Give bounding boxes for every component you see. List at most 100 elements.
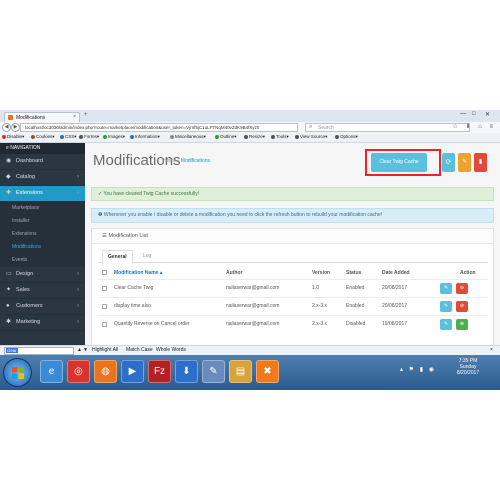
start-button[interactable] xyxy=(3,358,32,387)
download-icon[interactable]: ⬇ xyxy=(175,360,198,383)
filezilla-icon[interactable]: Fz xyxy=(148,360,171,383)
clock[interactable]: 7:35 PM Sunday 8/20/2017 xyxy=(442,358,494,376)
dev-toolbar-menu[interactable]: Cookies▾ xyxy=(31,134,55,140)
panel-title: ☰ Modification List xyxy=(92,229,493,244)
tag-icon: ◆ xyxy=(6,174,11,180)
match-case-checkbox[interactable]: Match Case xyxy=(126,347,153,353)
dev-toolbar-menu[interactable]: Information▾ xyxy=(130,134,160,140)
back-button[interactable]: ◀ xyxy=(2,123,11,132)
sidebar-item-label: Marketing xyxy=(16,319,41,325)
dev-toolbar-menu[interactable]: Tools▾ xyxy=(271,134,289,140)
dev-toolbar-menu-label: CSS▾ xyxy=(65,134,77,139)
main-content: Modifications Home › Modifications Clear… xyxy=(85,143,500,358)
sidebar-item-dashboard[interactable]: ◉ Dashboard xyxy=(0,154,85,170)
sidebar-subitem-installer[interactable]: Installer xyxy=(0,215,85,228)
chevron-right-icon: › xyxy=(77,271,79,277)
col-author[interactable]: Author xyxy=(226,269,242,277)
dev-toolbar-menu[interactable]: Miscellaneous▾ xyxy=(170,134,206,140)
address-url: localhost/oc3030/admin/index.php?route=m… xyxy=(25,125,260,130)
col-name[interactable]: Modification Name ▴ xyxy=(114,269,162,277)
sidebar-item-label: Extensions xyxy=(16,190,43,196)
system-tray-icons[interactable]: ▴ ⚑ ▮ ◉ xyxy=(400,366,436,373)
select-all-checkbox[interactable] xyxy=(102,270,107,275)
sidebar-item-sales[interactable]: ✦ Sales › xyxy=(0,283,85,299)
sidebar-item-catalog[interactable]: ◆ Catalog › xyxy=(0,170,85,186)
dev-toolbar-menu[interactable]: Forms▾ xyxy=(79,134,99,140)
dev-toolbar-menu[interactable]: Resize▾ xyxy=(244,134,265,140)
windows-taskbar: ▴ ⚑ ▮ ◉ 7:35 PM Sunday 8/20/2017 e ◎ ◍ ▶ Fz ⬇… xyxy=(0,355,500,390)
row-checkbox[interactable] xyxy=(102,286,107,291)
sidebar-item-marketing[interactable]: ✱ Marketing › xyxy=(0,315,85,331)
find-next-button[interactable]: ▼ xyxy=(83,347,88,353)
maximize-button[interactable]: □ xyxy=(472,111,476,117)
xampp-icon[interactable]: ✖ xyxy=(256,360,279,383)
tab-title: Modifications xyxy=(16,115,46,121)
row-name: Quantity Reverse on Cancel order xyxy=(114,321,190,327)
edit-button[interactable]: ✎ xyxy=(440,319,452,330)
enable-button[interactable]: ⊕ xyxy=(456,319,468,330)
row-status: Enabled xyxy=(346,303,365,309)
sidebar-subitem-events[interactable]: Events xyxy=(0,254,85,267)
search-icon: ⌕ xyxy=(309,124,313,130)
row-checkbox[interactable] xyxy=(102,304,107,309)
sidebar-subitem-marketplace[interactable]: Marketplace xyxy=(0,202,85,215)
opencart-favicon-icon xyxy=(8,115,13,120)
minimize-button[interactable]: — xyxy=(460,111,466,117)
sidebar-subitem-modifications[interactable]: Modifications xyxy=(0,241,85,254)
breadcrumb-home[interactable]: Home xyxy=(163,158,176,164)
refresh-button[interactable]: ⟳ xyxy=(442,153,455,172)
editor-icon[interactable]: ✎ xyxy=(202,360,225,383)
row-name: Clear Cache Twig xyxy=(114,285,154,291)
browser-search-box[interactable]: ⌕ Search xyxy=(305,123,470,132)
col-status[interactable]: Status xyxy=(346,269,361,277)
find-prev-button[interactable]: ▲ xyxy=(77,347,82,353)
dev-toolbar-menu-label: Resize▾ xyxy=(249,134,266,139)
row-checkbox[interactable] xyxy=(102,322,107,327)
dev-toolbar-menu-icon xyxy=(60,134,64,139)
find-input[interactable]: clear xyxy=(4,347,74,355)
delete-button[interactable]: ▮ xyxy=(474,153,487,172)
dev-toolbar-menu[interactable]: View Source▾ xyxy=(295,134,327,140)
browser-tab[interactable]: Modifications × xyxy=(4,112,80,122)
media-player-icon[interactable]: ▶ xyxy=(121,360,144,383)
close-find-bar-icon[interactable]: × xyxy=(490,347,493,353)
toolbar-icons[interactable]: ☆ ⬇ ⌂ ≡ xyxy=(452,123,496,130)
tab-log[interactable]: Log xyxy=(138,250,156,262)
highlight-all-checkbox[interactable]: Highlight All xyxy=(92,347,118,353)
dev-toolbar-menu[interactable]: Options▾ xyxy=(335,134,358,140)
tab-close-icon[interactable]: × xyxy=(73,114,76,120)
folder-icon[interactable]: ▤ xyxy=(229,360,252,383)
dev-toolbar-menu[interactable]: Outline▾ xyxy=(215,134,237,140)
internet-explorer-icon[interactable]: e xyxy=(40,360,63,383)
forward-button[interactable]: ▶ xyxy=(11,123,20,132)
breadcrumb: Home › Modifications xyxy=(163,158,210,164)
disable-button[interactable]: ⊖ xyxy=(456,301,468,312)
whole-words-checkbox[interactable]: Whole Words xyxy=(156,347,186,353)
dev-toolbar-menu[interactable]: CSS▾ xyxy=(60,134,77,140)
tab-general[interactable]: General xyxy=(102,250,133,264)
sidebar-item-design[interactable]: ▭ Design › xyxy=(0,267,85,283)
clear-log-button[interactable]: ✎ xyxy=(458,153,471,172)
dev-toolbar-menu-icon xyxy=(103,134,107,139)
address-bar[interactable]: localhost/oc3030/admin/index.php?route=m… xyxy=(20,123,298,132)
row-status: Enabled xyxy=(346,285,365,291)
row-status: Disabled xyxy=(346,321,366,327)
sidebar-subitem-extensions[interactable]: Extensions xyxy=(0,228,85,241)
sidebar-item-extensions[interactable]: ✚ Extensions › xyxy=(0,186,85,202)
chrome-icon[interactable]: ◎ xyxy=(67,360,90,383)
edit-button[interactable]: ✎ xyxy=(440,301,452,312)
edit-button[interactable]: ✎ xyxy=(440,283,452,294)
dev-toolbar-menu-icon xyxy=(31,134,35,139)
breadcrumb-current[interactable]: Modifications xyxy=(181,158,210,164)
col-version[interactable]: Version xyxy=(312,269,330,277)
disable-button[interactable]: ⊖ xyxy=(456,283,468,294)
close-window-button[interactable]: ✕ xyxy=(485,111,490,118)
firefox-icon[interactable]: ◍ xyxy=(94,360,117,383)
screenshot: Modifications × + — □ ✕ ◀ ▶ localhost/oc… xyxy=(0,110,500,390)
dev-toolbar-menu[interactable]: Disable▾ xyxy=(2,134,24,140)
sidebar-item-customers[interactable]: ● Customers › xyxy=(0,299,85,315)
col-date[interactable]: Date Added xyxy=(382,269,410,277)
dev-toolbar-menu[interactable]: Images▾ xyxy=(103,134,125,140)
dev-toolbar-menu-label: Images▾ xyxy=(108,134,126,139)
new-tab-button[interactable]: + xyxy=(84,112,88,118)
